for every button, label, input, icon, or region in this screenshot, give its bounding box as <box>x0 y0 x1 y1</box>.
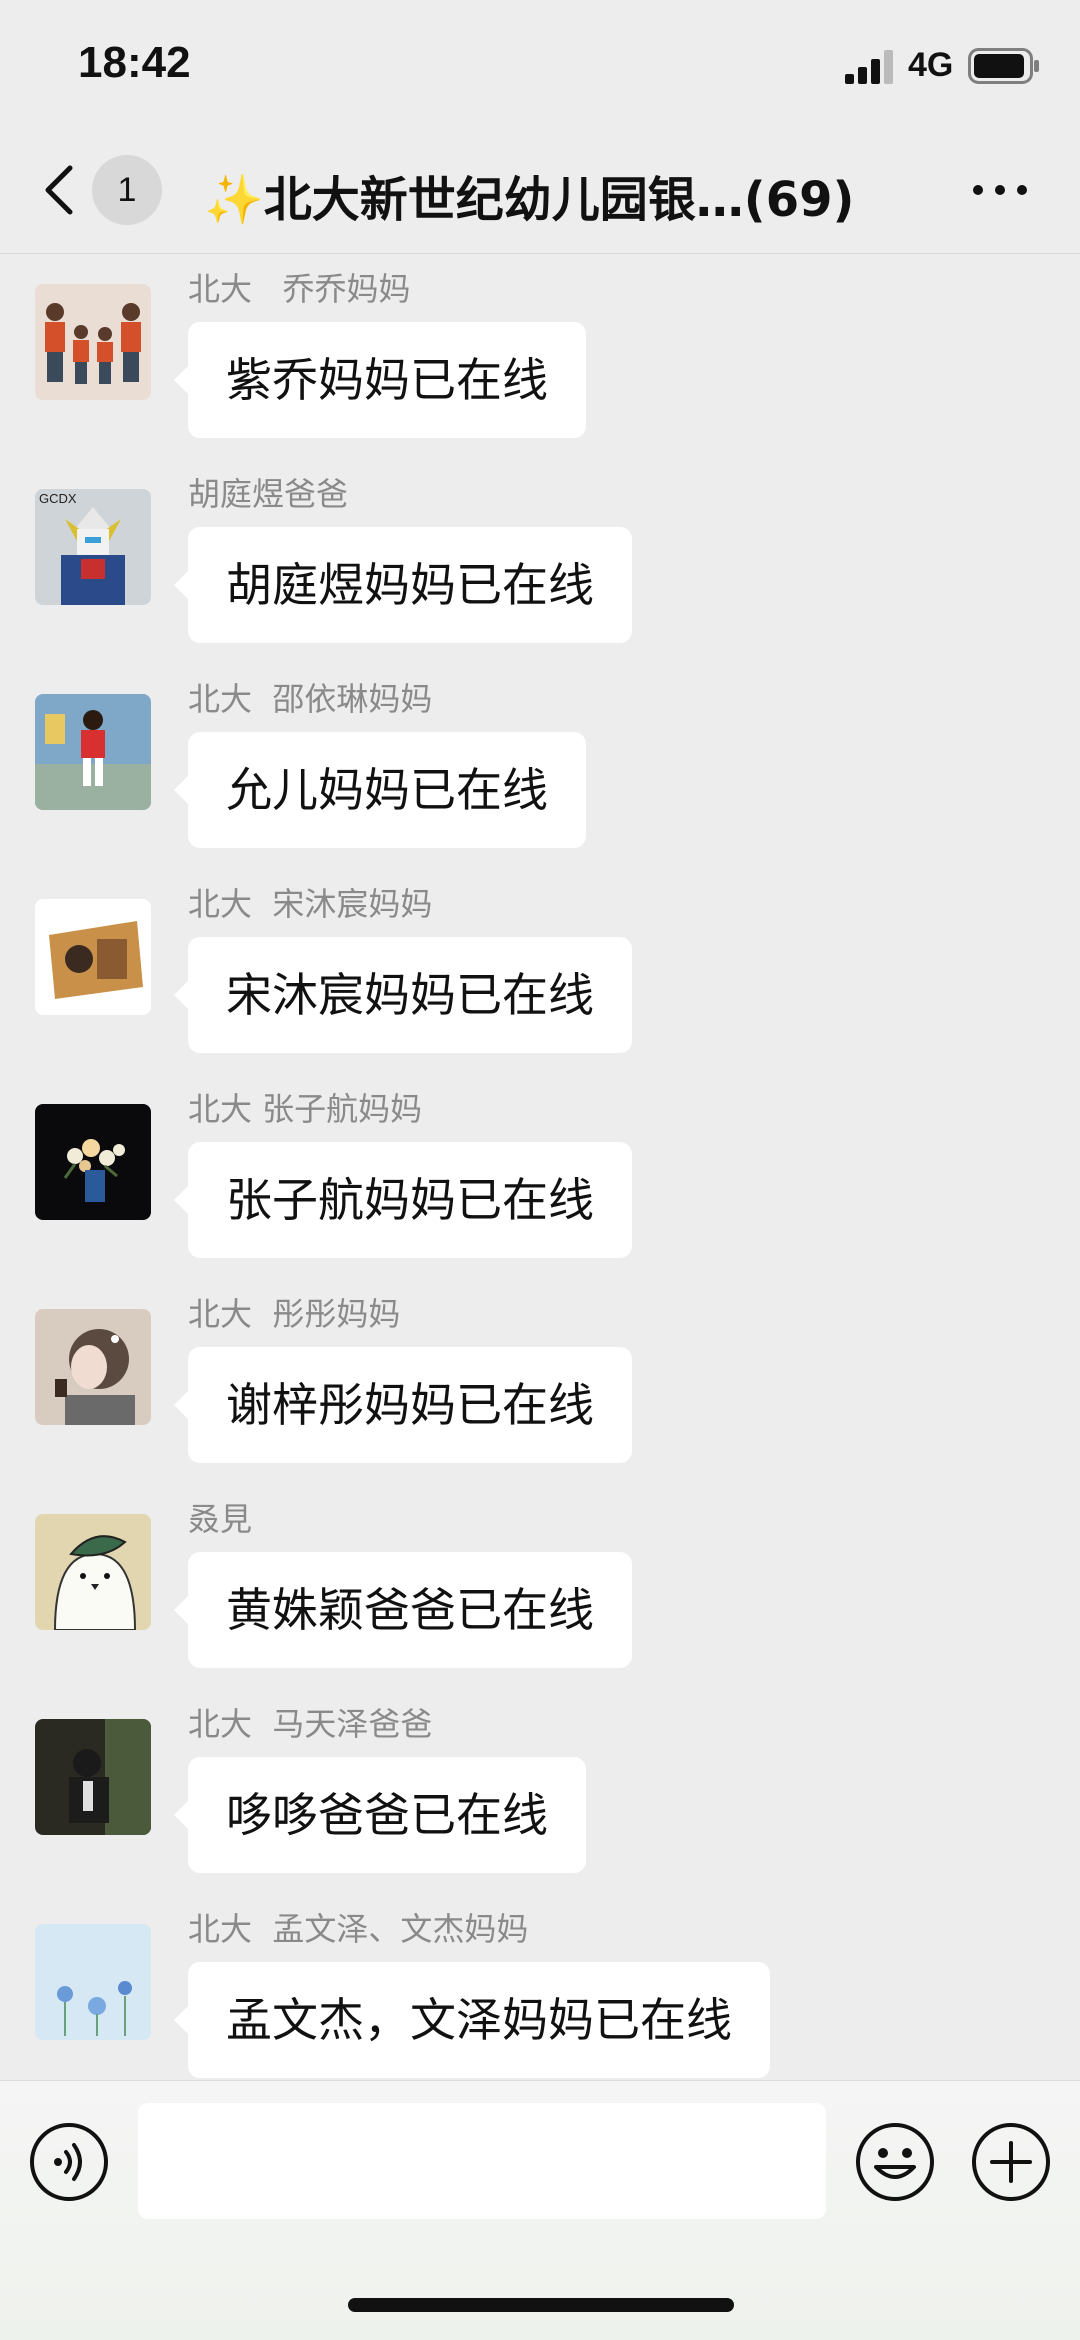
child-photo-avatar <box>35 694 151 810</box>
status-time: 18:42 <box>78 38 191 87</box>
avatar[interactable] <box>35 1924 151 2040</box>
message-item: GCDX 胡庭煜爸爸 胡庭煜妈妈已在线 <box>0 469 1080 674</box>
plus-icon[interactable] <box>970 2121 1052 2203</box>
unread-badge[interactable]: 1 <box>92 155 162 225</box>
message-item: 北大 宋沐宸妈妈 宋沐宸妈妈已在线 <box>0 879 1080 1084</box>
child-photo-tilted-avatar <box>35 899 151 1015</box>
emoji-icon[interactable] <box>854 2121 936 2203</box>
message-bubble[interactable]: 紫乔妈妈已在线 <box>174 322 586 438</box>
avatar[interactable] <box>35 284 151 400</box>
more-icon[interactable] <box>970 180 1030 200</box>
sender-name: 北大 邵依琳妈妈 <box>188 680 433 718</box>
robot-figure-avatar: GCDX <box>35 489 151 605</box>
voice-input-icon[interactable] <box>28 2121 110 2203</box>
cartoon-bird-avatar <box>35 1514 151 1630</box>
message-bubble[interactable]: 胡庭煜妈妈已在线 <box>174 527 632 643</box>
message-bubble[interactable]: 孟文杰，文泽妈妈已在线 <box>174 1962 770 2078</box>
home-indicator[interactable] <box>348 2298 734 2312</box>
chat-header: 1 ✨北大新世纪幼儿园银…(69) <box>0 130 1080 254</box>
message-list[interactable]: 北大 乔乔妈妈 紫乔妈妈已在线 GCDX 胡庭煜爸爸 胡庭煜妈妈已在线 北大 邵… <box>0 254 1080 2080</box>
blue-flowers-avatar <box>35 1924 151 2040</box>
status-bar: 18:42 4G <box>0 0 1080 130</box>
sender-name: 北大 张子航妈妈 <box>188 1090 423 1128</box>
message-input[interactable] <box>138 2103 826 2219</box>
avatar[interactable] <box>35 1719 151 1835</box>
message-bubble[interactable]: 谢梓彤妈妈已在线 <box>174 1347 632 1463</box>
network-type: 4G <box>908 46 954 84</box>
chat-title-text: 北大新世纪幼儿园银… <box>263 172 744 228</box>
member-count: (69) <box>743 172 855 228</box>
avatar[interactable] <box>35 899 151 1015</box>
message-item: 北大 乔乔妈妈 紫乔妈妈已在线 <box>0 264 1080 469</box>
message-bubble[interactable]: 允儿妈妈已在线 <box>174 732 586 848</box>
message-bubble[interactable]: 张子航妈妈已在线 <box>174 1142 632 1258</box>
sparkle-icon: ✨ <box>204 172 264 228</box>
avatar[interactable] <box>35 1104 151 1220</box>
sender-name: 北大 乔乔妈妈 <box>188 270 411 308</box>
message-item: 叒見 黄姝颖爸爸已在线 <box>0 1494 1080 1699</box>
flowers-dark-avatar <box>35 1104 151 1220</box>
message-item: 北大 马天泽爸爸 哆哆爸爸已在线 <box>0 1699 1080 1904</box>
avatar[interactable] <box>35 1514 151 1630</box>
family-photo-avatar <box>35 284 151 400</box>
back-icon[interactable] <box>40 160 80 220</box>
message-bubble[interactable]: 宋沐宸妈妈已在线 <box>174 937 632 1053</box>
sender-name: 胡庭煜爸爸 <box>188 475 349 513</box>
signal-icon <box>845 50 893 84</box>
avatar[interactable] <box>35 1309 151 1425</box>
avatar[interactable] <box>35 694 151 810</box>
girl-portrait-avatar <box>35 1309 151 1425</box>
message-item: 北大 张子航妈妈 张子航妈妈已在线 <box>0 1084 1080 1289</box>
child-dark-avatar <box>35 1719 151 1835</box>
sender-name: 北大 宋沐宸妈妈 <box>188 885 433 923</box>
message-bubble[interactable]: 黄姝颖爸爸已在线 <box>174 1552 632 1668</box>
message-item: 北大 邵依琳妈妈 允儿妈妈已在线 <box>0 674 1080 879</box>
sender-name: 叒見 <box>188 1500 253 1538</box>
battery-icon <box>968 48 1039 84</box>
avatar-text: GCDX <box>39 491 77 506</box>
message-bubble[interactable]: 哆哆爸爸已在线 <box>174 1757 586 1873</box>
sender-name: 北大 马天泽爸爸 <box>188 1705 433 1743</box>
message-item: 北大 彤彤妈妈 谢梓彤妈妈已在线 <box>0 1289 1080 1494</box>
sender-name: 北大 孟文泽、文杰妈妈 <box>188 1910 529 1948</box>
avatar[interactable]: GCDX <box>35 489 151 605</box>
chat-title[interactable]: ✨北大新世纪幼儿园银…(69) <box>204 160 904 230</box>
sender-name: 北大 彤彤妈妈 <box>188 1295 401 1333</box>
message-item: 北大 孟文泽、文杰妈妈 孟文杰，文泽妈妈已在线 <box>0 1904 1080 2080</box>
